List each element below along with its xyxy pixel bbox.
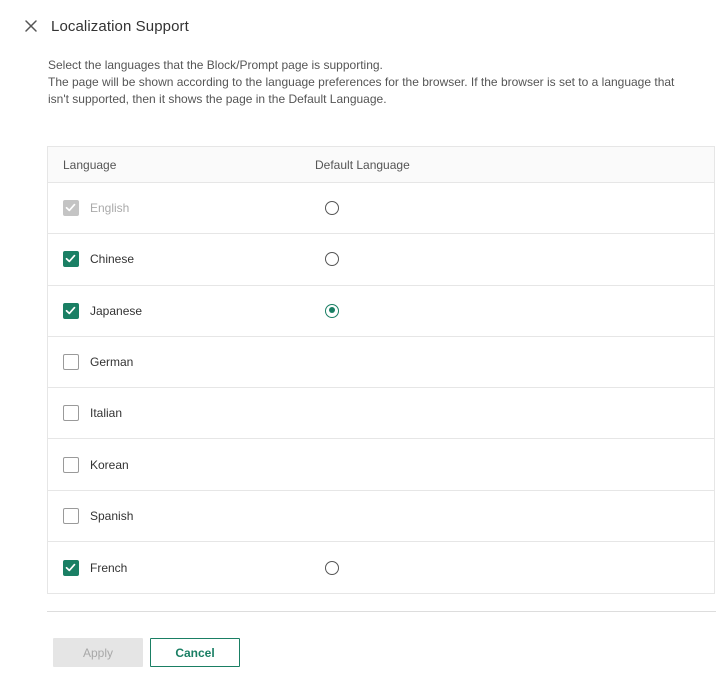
language-label: Korean [90, 457, 129, 472]
language-label: German [90, 355, 134, 370]
language-checkbox[interactable] [63, 251, 79, 268]
language-label: English [90, 201, 130, 216]
check-icon [65, 563, 76, 571]
column-header-default-language: Default Language [315, 157, 410, 172]
language-checkbox[interactable] [63, 405, 79, 422]
language-checkbox[interactable] [63, 559, 79, 576]
check-icon [65, 255, 76, 263]
language-checkbox[interactable] [63, 302, 79, 319]
table-row: English [48, 183, 714, 235]
default-language-radio[interactable] [325, 252, 339, 267]
table-row: German [48, 337, 714, 389]
language-label: Japanese [90, 303, 143, 318]
table-row: Japanese [48, 286, 714, 337]
description-line-1: Select the languages that the Block/Prom… [48, 58, 383, 72]
table-row: Chinese [48, 234, 714, 286]
description: Select the languages that the Block/Prom… [48, 57, 698, 108]
apply-button[interactable]: Apply [53, 638, 143, 667]
table-row: Spanish [48, 491, 714, 543]
language-checkbox [63, 200, 79, 217]
table-row: Korean [48, 439, 714, 491]
close-icon[interactable] [22, 17, 40, 35]
footer-divider [47, 611, 716, 612]
check-icon [65, 203, 76, 212]
dialog-title: Localization Support [51, 17, 189, 35]
table-header: Language Default Language [48, 147, 714, 183]
languages-table: Language Default Language English Chinese… [47, 146, 715, 595]
column-header-language: Language [63, 157, 117, 172]
description-line-2: The page will be shown according to the … [48, 75, 675, 106]
table-body: English Chinese Japanese German Italian Korea… [48, 183, 714, 593]
check-icon [65, 306, 76, 314]
default-language-radio[interactable] [325, 560, 339, 575]
table-row: Italian [48, 388, 714, 440]
default-language-radio[interactable] [325, 201, 339, 216]
default-language-radio[interactable] [325, 303, 339, 318]
language-label: Chinese [90, 252, 135, 267]
cancel-button[interactable]: Cancel [150, 638, 240, 667]
language-label: Italian [90, 406, 123, 421]
language-checkbox[interactable] [63, 354, 79, 371]
dialog-header: Localization Support [22, 14, 189, 38]
language-checkbox[interactable] [63, 456, 79, 473]
language-label: Spanish [90, 508, 134, 523]
language-checkbox[interactable] [63, 507, 79, 524]
table-row: French [48, 542, 714, 593]
language-label: French [90, 560, 128, 575]
